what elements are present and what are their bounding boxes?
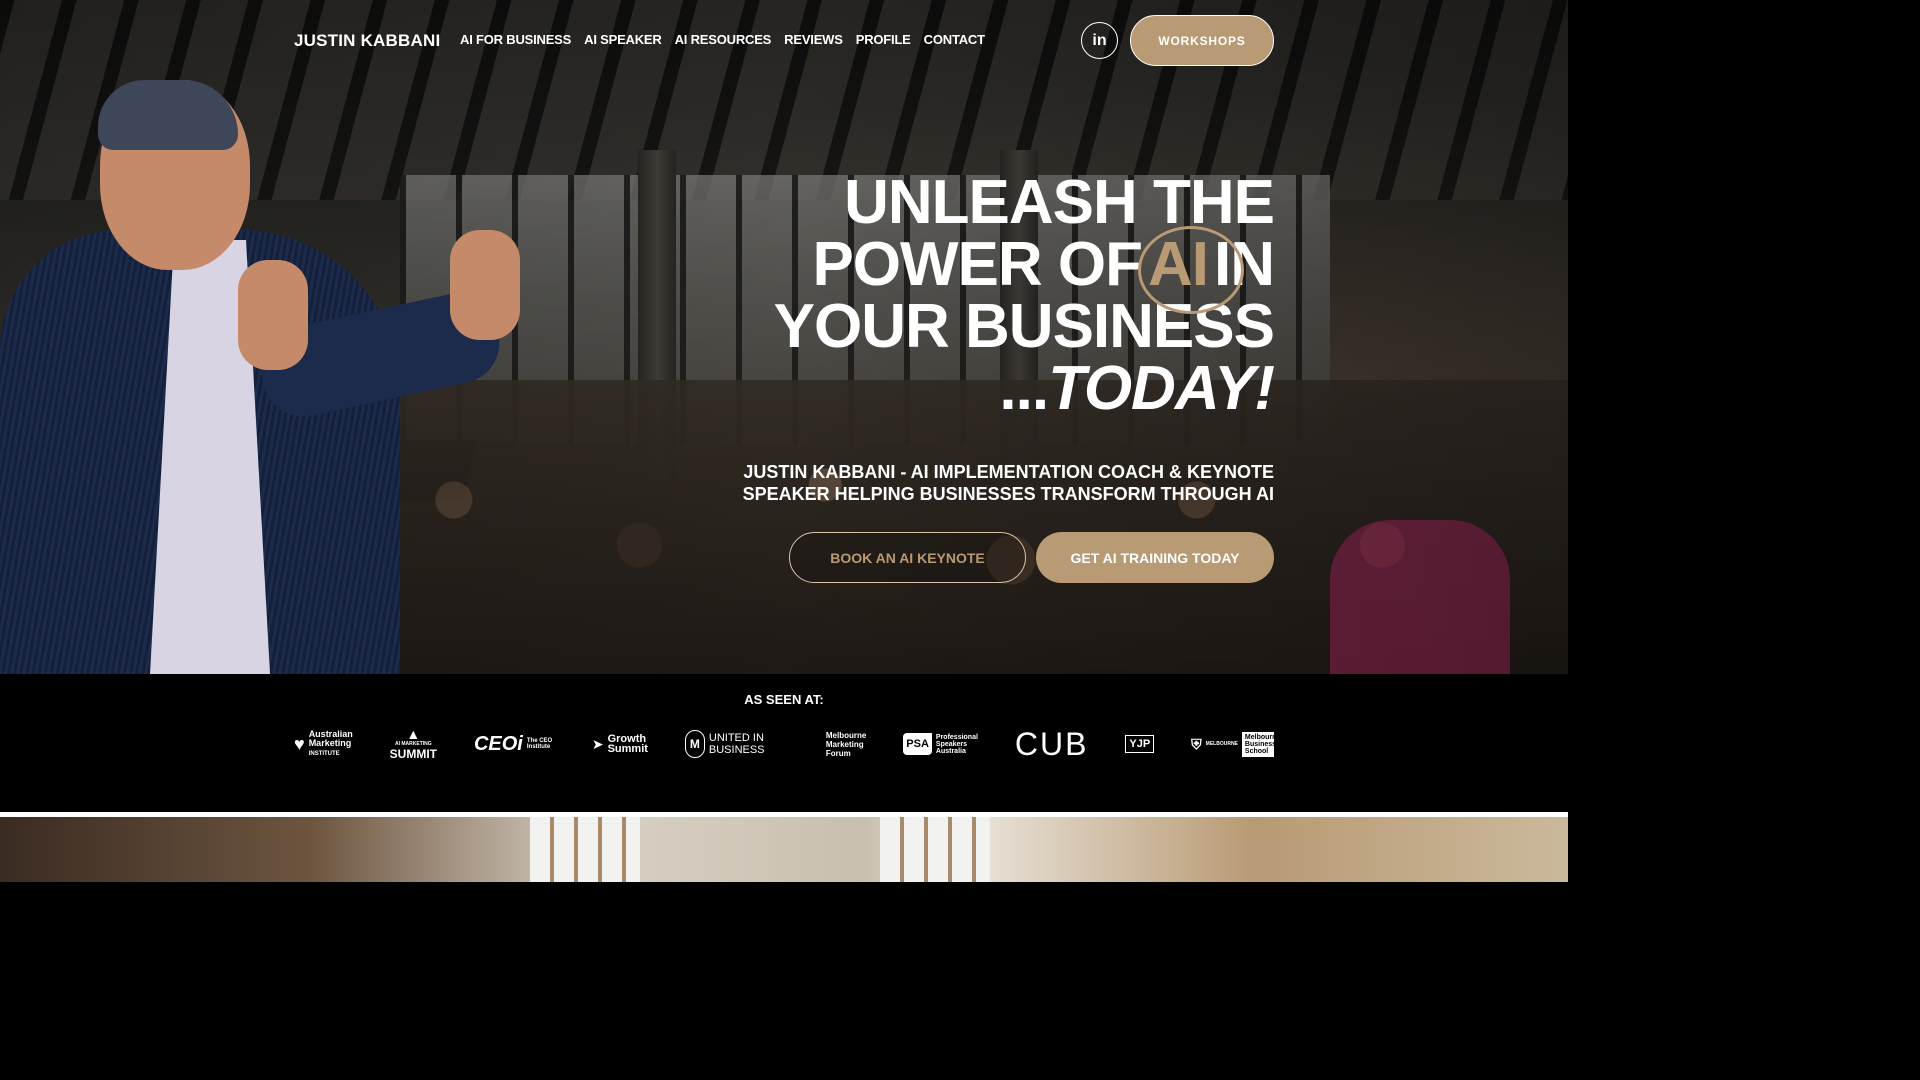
next-section-photo <box>0 817 1568 882</box>
thumbs-up-hand <box>450 230 520 340</box>
speaker-photo <box>0 80 540 674</box>
nav-link-profile[interactable]: PROFILE <box>856 32 911 47</box>
headline-line-2: POWER OFAIIN <box>812 226 1275 314</box>
logo-melbourne-business-school: ⛨ MELBOURNE Melbourne Business School <box>1191 731 1281 757</box>
book-keynote-button[interactable]: BOOK AN AI KEYNOTE <box>789 532 1026 583</box>
logo-cub: CUB <box>1014 725 1089 762</box>
logo-australian-marketing-institute: ♥ Australian Marketing INSTITUTE <box>294 728 353 757</box>
triangle-icon: ▲ <box>406 726 421 742</box>
nav-link-contact[interactable]: CONTACT <box>924 32 985 47</box>
headline-ai-highlight: AI <box>1138 226 1244 314</box>
headline-line-4: ...TODAY! <box>999 354 1275 423</box>
heart-icon: ♥ <box>294 733 305 754</box>
headline-line-1: UNLEASH THE <box>844 168 1275 237</box>
top-navigation: JUSTIN KABBANI AI FOR BUSINESS AI SPEAKE… <box>0 0 1568 80</box>
get-training-button[interactable]: GET AI TRAINING TODAY <box>1036 532 1274 583</box>
nav-link-reviews[interactable]: REVIEWS <box>784 32 843 47</box>
nav-link-ai-for-business[interactable]: AI FOR BUSINESS <box>460 32 571 47</box>
thumbs-up-hand <box>238 260 308 370</box>
as-seen-at-label: AS SEEN AT: <box>744 692 824 707</box>
crest-icon: ⛨ <box>1191 735 1202 752</box>
hero-headline: UNLEASH THE POWER OFAIIN YOUR BUSINESS .… <box>774 168 1275 423</box>
logo-yjp: YJP <box>1125 735 1155 753</box>
brand-logo[interactable]: JUSTIN KABBANI <box>294 31 440 51</box>
linkedin-icon[interactable]: in <box>1081 22 1118 59</box>
logo-strip: ♥ Australian Marketing INSTITUTE ▲ AI MARK… <box>294 724 1281 764</box>
hero-subtitle: JUSTIN KABBANI - AI IMPLEMENTATION COACH… <box>742 462 1274 504</box>
nav-link-ai-resources[interactable]: AI RESOURCES <box>675 32 772 47</box>
logo-united-in-business: M UNITED IN BUSINESS <box>684 730 789 758</box>
nav-links: AI FOR BUSINESS AI SPEAKER AI RESOURCES … <box>460 32 985 47</box>
logo-ai-marketing-summit: ▲ AI MARKETING SUMMIT <box>389 726 437 761</box>
logo-professional-speakers-australia: PSA Professional Speakers Australia <box>903 733 978 755</box>
nav-link-ai-speaker[interactable]: AI SPEAKER <box>584 32 662 47</box>
workshops-button[interactable]: WORKSHOPS <box>1130 15 1274 66</box>
bird-icon: ➤ <box>591 735 604 752</box>
logo-melbourne-marketing-forum: Melbourne Marketing Forum <box>825 730 867 758</box>
logo-ceo-institute: CEOi The CEO Institute <box>473 732 553 755</box>
logo-growth-summit: ➤ Growth Summit <box>591 733 648 755</box>
as-seen-at-section: AS SEEN AT: ♥ Australian Marketing INSTITU… <box>0 674 1568 812</box>
m-badge-icon: M <box>684 730 705 758</box>
